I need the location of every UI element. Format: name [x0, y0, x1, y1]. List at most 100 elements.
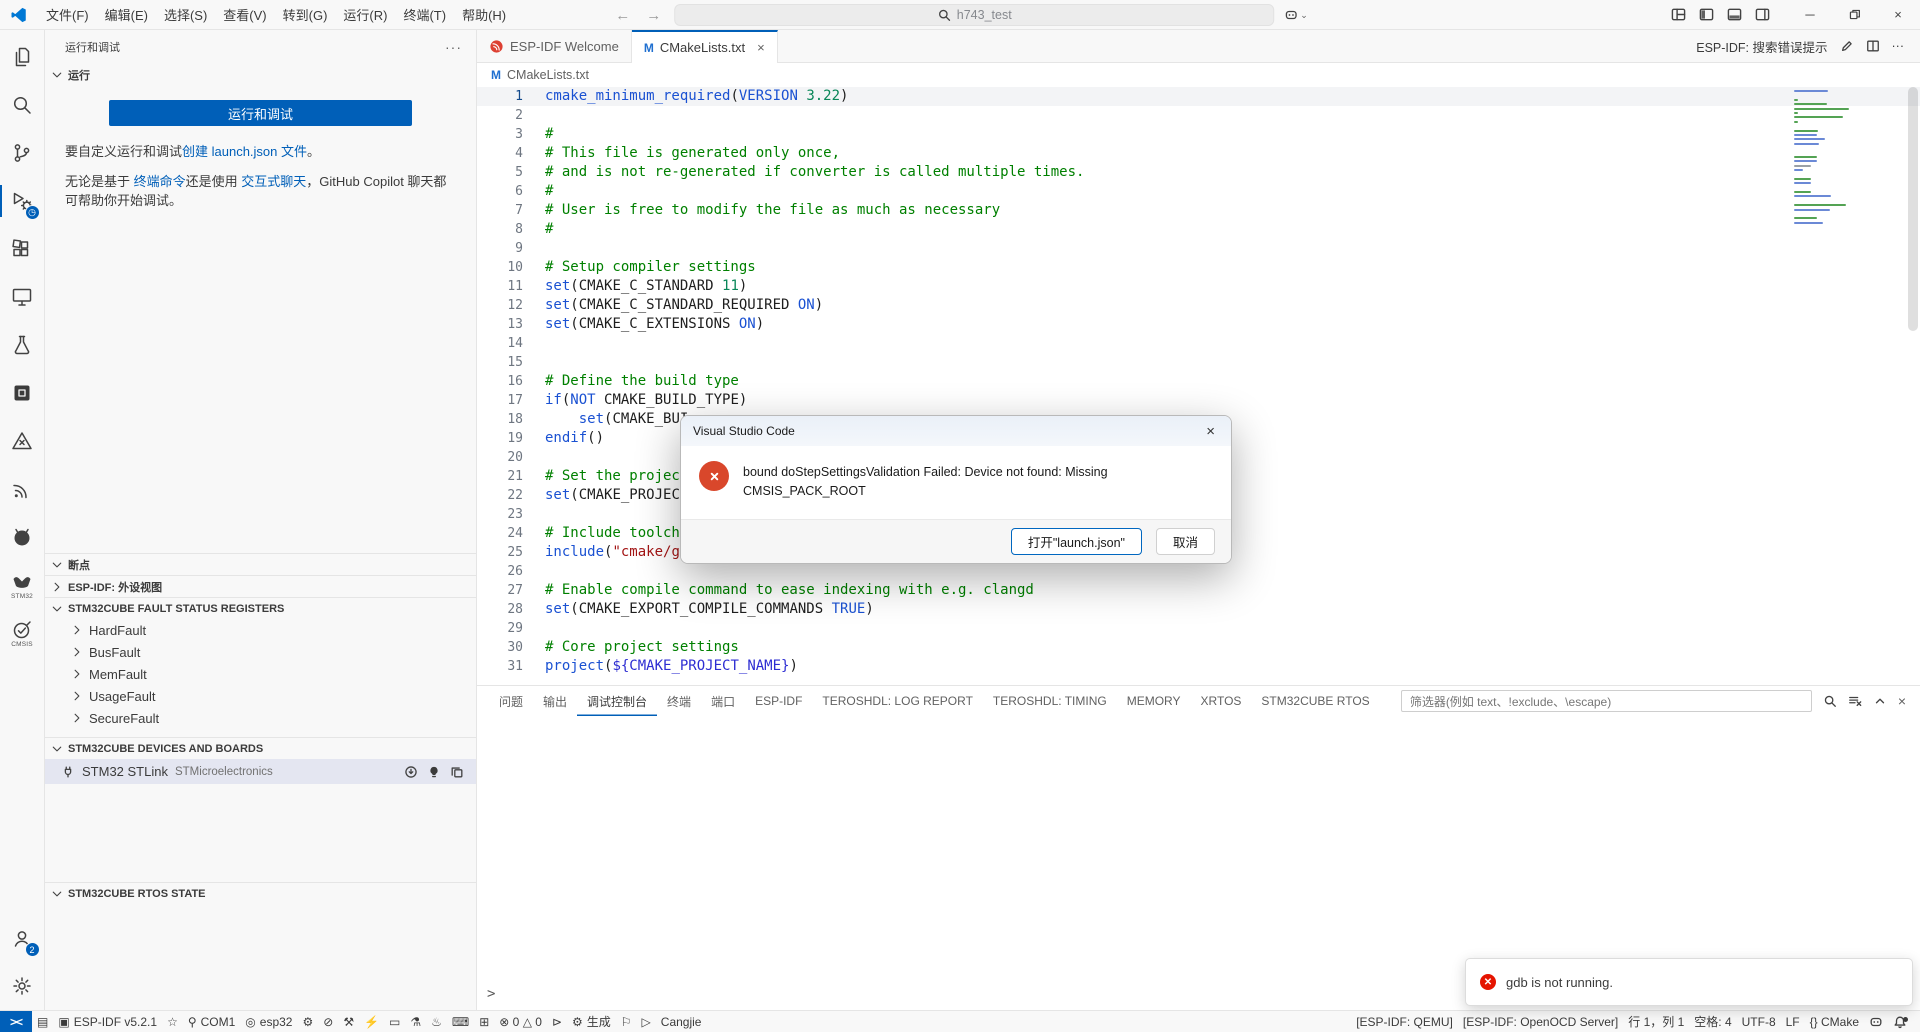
code-text[interactable]	[523, 106, 545, 125]
activity-accounts-icon[interactable]: 2	[0, 914, 45, 962]
status-menuconfig-icon[interactable]: ⚙	[297, 1011, 318, 1032]
search-icon[interactable]	[1823, 694, 1837, 708]
pencil-icon[interactable]	[1840, 39, 1854, 53]
tree-item-BusFault[interactable]: BusFault	[45, 641, 476, 663]
status-flag-icon[interactable]: ⚐	[616, 1011, 637, 1032]
code-line[interactable]: 28 set(CMAKE_EXPORT_COMPILE_COMMANDS TRUE…	[477, 600, 1920, 619]
toggle-panel-icon[interactable]	[1727, 7, 1742, 22]
code-text[interactable]: #	[523, 125, 553, 144]
status-indentation[interactable]: 空格: 4	[1689, 1011, 1736, 1032]
code-line[interactable]: 14	[477, 334, 1920, 353]
menu-item-编辑(E)[interactable]: 编辑(E)	[97, 1, 156, 28]
close-button[interactable]: ×	[1876, 0, 1920, 30]
status-flame-icon[interactable]: ♨	[426, 1011, 447, 1032]
code-line[interactable]: 10 # Setup compiler settings	[477, 258, 1920, 277]
code-line[interactable]: 30 # Core project settings	[477, 638, 1920, 657]
code-text[interactable]: set(CMAKE_C_STANDARD 11)	[523, 277, 747, 296]
status-launch-target[interactable]: Cangjie	[656, 1011, 707, 1032]
panel-tab-7[interactable]: TEROSHDL: TIMING	[983, 686, 1117, 716]
code-line[interactable]: 6 #	[477, 182, 1920, 201]
code-text[interactable]: # User is free to modify the file as muc…	[523, 201, 1000, 220]
status-terminal-icon[interactable]: ⌨	[447, 1011, 474, 1032]
copy-icon[interactable]	[450, 765, 464, 779]
status-encoding[interactable]: UTF-8	[1737, 1011, 1781, 1032]
code-text[interactable]: set(CMAKE_PROJECT	[523, 486, 688, 505]
code-line[interactable]: 7 # User is free to modify the file as mu…	[477, 201, 1920, 220]
code-line[interactable]: 4 # This file is generated only once,	[477, 144, 1920, 163]
code-text[interactable]: # Core project settings	[523, 638, 739, 657]
menu-item-运行(R)[interactable]: 运行(R)	[335, 1, 395, 28]
pane-header-breakpoints[interactable]: 断点	[45, 553, 476, 575]
code-text[interactable]	[523, 353, 545, 372]
panel-tab-9[interactable]: XRTOS	[1191, 686, 1252, 716]
code-line[interactable]: 3 #	[477, 125, 1920, 144]
status-launch-icon[interactable]: ▷	[637, 1011, 656, 1032]
status-cursor-position[interactable]: 行 1，列 1	[1623, 1011, 1689, 1032]
pane-header-esp-idf-peripherals[interactable]: ESP-IDF: 外设视图	[45, 575, 476, 597]
status-espidf-openocd[interactable]: [ESP-IDF: OpenOCD Server]	[1458, 1011, 1623, 1032]
esp-idf-search-hint[interactable]: ESP-IDF: 搜索错误提示	[1696, 37, 1827, 56]
activity-test-beaker-icon[interactable]	[0, 321, 45, 369]
code-text[interactable]: project(${CMAKE_PROJECT_NAME})	[523, 657, 798, 676]
menu-item-转到(G)[interactable]: 转到(G)	[275, 1, 336, 28]
pane-header-stm32-fault-registers[interactable]: STM32CUBE FAULT STATUS REGISTERS	[45, 597, 476, 619]
link[interactable]: 交互式聊天	[241, 174, 306, 189]
editor-scrollbar[interactable]	[1908, 87, 1918, 331]
code-text[interactable]: # Include toolcha	[523, 524, 688, 543]
status-project-icon[interactable]: ▤	[32, 1011, 53, 1032]
pane-header-stm32-devices[interactable]: STM32CUBE DEVICES AND BOARDS	[45, 737, 476, 759]
status-monitor-icon[interactable]: ▭	[384, 1011, 405, 1032]
code-text[interactable]: set(CMAKE_C_EXTENSIONS ON)	[523, 315, 764, 334]
minimap[interactable]	[1794, 90, 1851, 226]
code-line[interactable]: 9	[477, 239, 1920, 258]
activity-settings-icon[interactable]	[0, 962, 45, 1010]
code-line[interactable]: 13 set(CMAKE_C_EXTENSIONS ON)	[477, 315, 1920, 334]
activity-explorer-icon[interactable]	[0, 33, 45, 81]
code-text[interactable]: set(CMAKE_BUI	[523, 410, 689, 429]
activity-github-icon[interactable]	[0, 513, 45, 561]
code-line[interactable]: 27 # Enable compile command to ease index…	[477, 581, 1920, 600]
status-problems[interactable]: ⊗ 0 △ 0	[494, 1011, 547, 1032]
activity-search-icon[interactable]	[0, 81, 45, 129]
toggle-secondary-sidebar-icon[interactable]	[1755, 7, 1770, 22]
tab-cmakelists.txt[interactable]: M CMakeLists.txt ×	[631, 30, 778, 63]
panel-tab-0[interactable]: 问题	[489, 686, 533, 716]
menu-item-终端(T)[interactable]: 终端(T)	[395, 1, 454, 28]
code-text[interactable]	[523, 448, 545, 467]
device-row-stm32-stlink[interactable]: STM32 STLink STMicroelectronics	[45, 759, 476, 784]
code-text[interactable]: cmake_minimum_required(VERSION 3.22)	[523, 87, 848, 106]
run-pane-header[interactable]: 运行	[45, 64, 476, 86]
back-arrow-icon[interactable]: ←	[612, 7, 633, 24]
status-flash-icon[interactable]: ⚡	[359, 1011, 384, 1032]
status-new-window-icon[interactable]: ⊞	[474, 1011, 494, 1032]
more-actions-icon[interactable]: ···	[1892, 39, 1905, 53]
dialog-close-icon[interactable]: ×	[1202, 423, 1219, 440]
status-build-tools-icon[interactable]: ⚒	[338, 1011, 359, 1032]
forward-arrow-icon[interactable]: →	[643, 7, 664, 24]
status-device-target[interactable]: ◎ esp32	[240, 1011, 297, 1032]
status-espidf-version[interactable]: ▣ ESP-IDF v5.2.1	[53, 1011, 162, 1032]
code-line[interactable]: 5 # and is not re-generated if converter …	[477, 163, 1920, 182]
code-text[interactable]: #	[523, 220, 553, 239]
code-line[interactable]: 12 set(CMAKE_C_STANDARD_REQUIRED ON)	[477, 296, 1920, 315]
menu-item-选择(S)[interactable]: 选择(S)	[156, 1, 215, 28]
code-text[interactable]: # and is not re-generated if converter i…	[523, 163, 1084, 182]
activity-espressif-icon[interactable]	[0, 465, 45, 513]
code-text[interactable]	[523, 239, 545, 258]
panel-tab-2[interactable]: 调试控制台	[577, 686, 657, 716]
breadcrumb[interactable]: M CMakeLists.txt	[477, 63, 1920, 87]
activity-cmsis-icon[interactable]: CMSIS	[0, 609, 45, 657]
code-text[interactable]	[523, 505, 545, 524]
panel-tab-6[interactable]: TEROSHDL: LOG REPORT	[812, 686, 982, 716]
lightbulb-icon[interactable]	[427, 765, 441, 779]
split-editor-icon[interactable]	[1866, 39, 1880, 53]
tree-item-UsageFault[interactable]: UsageFault	[45, 685, 476, 707]
run-and-debug-button[interactable]: 运行和调试	[109, 100, 412, 126]
code-line[interactable]: 2	[477, 106, 1920, 125]
code-line[interactable]: 8 #	[477, 220, 1920, 239]
code-text[interactable]: # This file is generated only once,	[523, 144, 840, 163]
maximize-panel-icon[interactable]	[1873, 694, 1887, 708]
code-text[interactable]: # Setup compiler settings	[523, 258, 756, 277]
download-icon[interactable]	[404, 765, 418, 779]
activity-teroshdl-icon[interactable]	[0, 417, 45, 465]
